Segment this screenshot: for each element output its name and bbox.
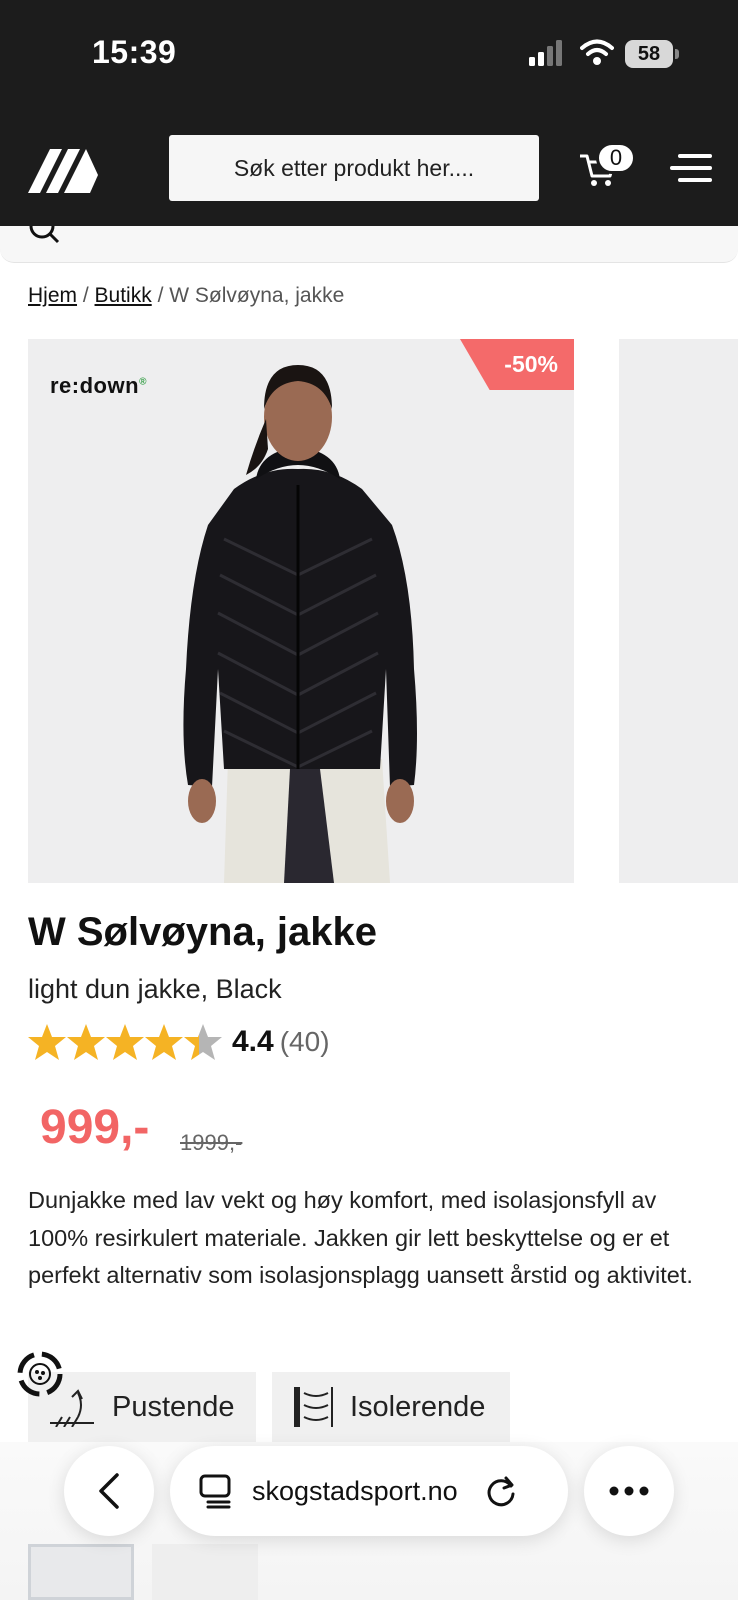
address-bar[interactable]: skogstadsport.no	[170, 1446, 568, 1536]
breadcrumb-shop[interactable]: Butikk	[95, 284, 152, 307]
chevron-left-icon	[99, 1473, 119, 1509]
feature-label: Pustende	[112, 1390, 235, 1423]
wifi-icon	[580, 39, 614, 65]
status-bar: 15:39 58	[0, 0, 738, 112]
insulating-icon	[294, 1387, 333, 1427]
url-text[interactable]: skogstadsport.no	[252, 1476, 458, 1507]
variant-thumbnail[interactable]	[152, 1544, 258, 1600]
battery-indicator: 58	[625, 40, 673, 68]
jacket-photo	[183, 365, 417, 883]
more-options-button[interactable]	[584, 1446, 674, 1536]
reload-icon[interactable]	[484, 1474, 518, 1508]
breadcrumb-current: W Sølvøyna, jakke	[169, 284, 345, 307]
ellipsis-icon	[609, 1486, 649, 1496]
original-price: 1999,-	[180, 1130, 243, 1155]
search-icon	[29, 226, 60, 244]
feature-label: Isolerende	[350, 1390, 486, 1423]
sale-price: 999,-	[40, 1101, 150, 1154]
breadcrumb: Hjem / Butikk / W Sølvøyna, jakke	[28, 284, 344, 308]
breadcrumb-home[interactable]: Hjem	[28, 284, 77, 307]
reader-mode-icon[interactable]	[198, 1473, 232, 1509]
back-button[interactable]	[64, 1446, 154, 1536]
recycle-icon[interactable]	[14, 1348, 66, 1400]
hidden-search-bar	[0, 226, 738, 263]
breadcrumb-separator: /	[157, 284, 170, 307]
breadcrumb-separator: /	[82, 284, 95, 307]
product-subtitle: light dun jakke, Black	[28, 974, 282, 1004]
product-rating[interactable]: 4.4 (40)	[28, 1020, 330, 1064]
rating-count[interactable]: (40)	[280, 1026, 330, 1058]
feature-insulating: Isolerende	[272, 1372, 510, 1442]
status-time: 15:39	[92, 34, 177, 70]
search-input[interactable]: Søk etter produkt her....	[169, 135, 539, 201]
cart-count-badge[interactable]: 0	[596, 142, 636, 174]
signal-icon	[529, 40, 562, 66]
product-description: Dunjakke med lav vekt og høy komfort, me…	[28, 1187, 693, 1288]
variant-thumbnail[interactable]	[28, 1544, 134, 1600]
site-logo[interactable]	[28, 145, 100, 193]
product-image[interactable]: re:down® -50%	[28, 339, 574, 883]
product-title: W Sølvøyna, jakke	[28, 910, 378, 954]
battery-nub	[675, 49, 679, 59]
rating-value: 4.4	[232, 1025, 274, 1058]
menu-icon[interactable]	[670, 152, 712, 184]
star-rating-icon	[28, 1024, 222, 1060]
next-product-image[interactable]	[619, 339, 738, 883]
